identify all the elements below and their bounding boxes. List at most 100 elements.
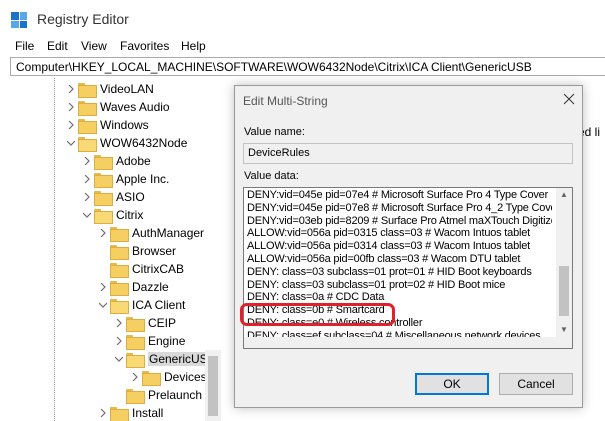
folder-icon	[110, 226, 129, 242]
folder-icon	[110, 280, 129, 296]
tree-item-ica-client[interactable]: ICA Client	[96, 296, 185, 314]
tree-item-label: VideoLAN	[100, 82, 154, 96]
smartcard-highlight-annotation	[240, 303, 395, 326]
tree-item-asio[interactable]: ASIO	[80, 188, 145, 206]
folder-open-icon	[94, 208, 113, 224]
tree-item-browser[interactable]: Browser	[110, 242, 176, 260]
folder-icon	[126, 334, 145, 350]
folder-icon	[78, 100, 97, 116]
tree-item-label: Apple Inc.	[116, 172, 170, 186]
tree-item-label: Windows	[100, 118, 149, 132]
chevron-right-icon[interactable]	[64, 100, 78, 114]
chevron-down-icon[interactable]	[80, 208, 94, 222]
menu-file[interactable]: File	[15, 39, 34, 53]
tree-item-label: CEIP	[148, 316, 177, 330]
folder-icon	[142, 370, 161, 386]
folder-icon	[126, 316, 145, 332]
folder-icon	[94, 172, 113, 188]
folder-icon	[78, 118, 97, 134]
close-button[interactable]	[558, 88, 580, 110]
tree-guide-line	[54, 78, 55, 421]
folder-icon	[126, 388, 145, 404]
tree-item-dazzle[interactable]: Dazzle	[96, 278, 169, 296]
folder-icon	[78, 82, 97, 98]
value-data-vscrollbar[interactable]: ▲ ▼	[556, 188, 572, 337]
tree-item-apple-inc[interactable]: Apple Inc.	[80, 170, 169, 188]
chevron-right-icon[interactable]	[80, 154, 94, 168]
folder-icon	[110, 244, 129, 260]
menu-edit[interactable]: Edit	[47, 39, 68, 53]
tree-item-genericusb[interactable]: GenericUSB	[112, 350, 217, 368]
tree-item-install[interactable]: Install	[96, 404, 163, 421]
tree-item-label: Install	[132, 406, 164, 420]
menu-view[interactable]: View	[81, 39, 107, 53]
value-data-line: DENY: class=03 subclass=01 prot=01 # HID…	[247, 265, 532, 278]
tree-item-windows[interactable]: Windows	[64, 116, 149, 134]
tree-item-label: ASIO	[116, 190, 145, 204]
tree-scrollbar-thumb[interactable]	[208, 356, 218, 416]
registry-editor-icon	[11, 12, 27, 28]
tree-item-engine[interactable]: Engine	[112, 332, 185, 350]
dialog-title: Edit Multi-String	[243, 94, 328, 108]
tree-item-label: Waves Audio	[100, 100, 170, 114]
window-title: Registry Editor	[37, 11, 129, 27]
tree-item-ceip[interactable]: CEIP	[112, 314, 176, 332]
menu-help[interactable]: Help	[181, 39, 206, 53]
value-data-line: DENY:vid=045e pid=07e4 # Microsoft Surfa…	[247, 189, 549, 201]
chevron-down-icon[interactable]	[112, 352, 126, 366]
folder-open-icon	[78, 136, 97, 152]
title-bar: Registry Editor	[0, 0, 605, 38]
value-name-field: DeviceRules	[243, 143, 573, 164]
value-name-label: Value name:	[244, 126, 305, 138]
value-data-line: DENY:vid=045e pid=07e8 # Microsoft Surfa…	[247, 201, 552, 214]
chevron-right-icon[interactable]	[96, 280, 110, 294]
value-data-vscroll-thumb[interactable]	[559, 266, 569, 316]
tree-item-videolan[interactable]: VideoLAN	[64, 80, 154, 98]
scroll-up-icon[interactable]: ▲	[560, 190, 568, 199]
cancel-button[interactable]: Cancel	[499, 373, 573, 395]
folder-icon	[110, 406, 129, 421]
menu-favorites[interactable]: Favorites	[120, 39, 169, 53]
chevron-down-icon[interactable]	[64, 136, 78, 150]
chevron-right-icon[interactable]	[80, 172, 94, 186]
tree-item-label: CitrixCAB	[132, 262, 185, 276]
chevron-right-icon[interactable]	[96, 226, 110, 240]
tree-item-prelaunch[interactable]: Prelaunch	[126, 386, 202, 404]
address-bar[interactable]: Computer\HKEY_LOCAL_MACHINE\SOFTWARE\WOW…	[10, 57, 605, 76]
tree-item-label: Devices	[164, 370, 207, 384]
tree-item-label: Adobe	[116, 154, 151, 168]
chevron-right-icon[interactable]	[64, 118, 78, 132]
tree-item-adobe[interactable]: Adobe	[80, 152, 151, 170]
folder-icon	[94, 154, 113, 170]
folder-open-icon	[110, 298, 129, 314]
chevron-down-icon[interactable]	[96, 298, 110, 312]
menu-bar: File Edit View Favorites Help	[0, 38, 605, 56]
tree-item-label: ICA Client	[132, 298, 186, 312]
scroll-down-icon[interactable]: ▼	[560, 325, 568, 334]
folder-icon	[110, 262, 129, 278]
chevron-right-icon[interactable]	[112, 316, 126, 330]
folder-icon	[94, 190, 113, 206]
tree-item-authmanager[interactable]: AuthManager	[96, 224, 204, 242]
tree-item-citrix[interactable]: Citrix	[80, 206, 143, 224]
registry-tree[interactable]: VideoLAN Waves Audio Windows WOW6432Node…	[0, 78, 221, 421]
tree-scrollbar[interactable]	[205, 350, 221, 421]
chevron-right-icon[interactable]	[96, 406, 110, 420]
tree-item-label: Browser	[132, 244, 177, 258]
folder-open-icon	[126, 352, 145, 368]
value-data-line: DENY: class=03 subclass=01 prot=02 # HID…	[247, 278, 506, 291]
value-data-hscrollbar[interactable]	[244, 337, 572, 348]
chevron-right-icon[interactable]	[112, 334, 126, 348]
tree-item-wow6432node[interactable]: WOW6432Node	[64, 134, 187, 152]
value-name-text: DeviceRules	[248, 147, 310, 159]
close-icon	[563, 93, 575, 105]
chevron-right-icon[interactable]	[128, 370, 142, 384]
ok-button[interactable]: OK	[415, 373, 489, 395]
tree-item-citrixcab[interactable]: CitrixCAB	[110, 260, 184, 278]
tree-item-waves-audio[interactable]: Waves Audio	[64, 98, 170, 116]
tree-item-label: WOW6432Node	[100, 136, 188, 150]
tree-item-devices[interactable]: Devices	[128, 368, 207, 386]
chevron-right-icon[interactable]	[80, 190, 94, 204]
value-data-label: Value data:	[244, 170, 299, 182]
chevron-right-icon[interactable]	[64, 82, 78, 96]
